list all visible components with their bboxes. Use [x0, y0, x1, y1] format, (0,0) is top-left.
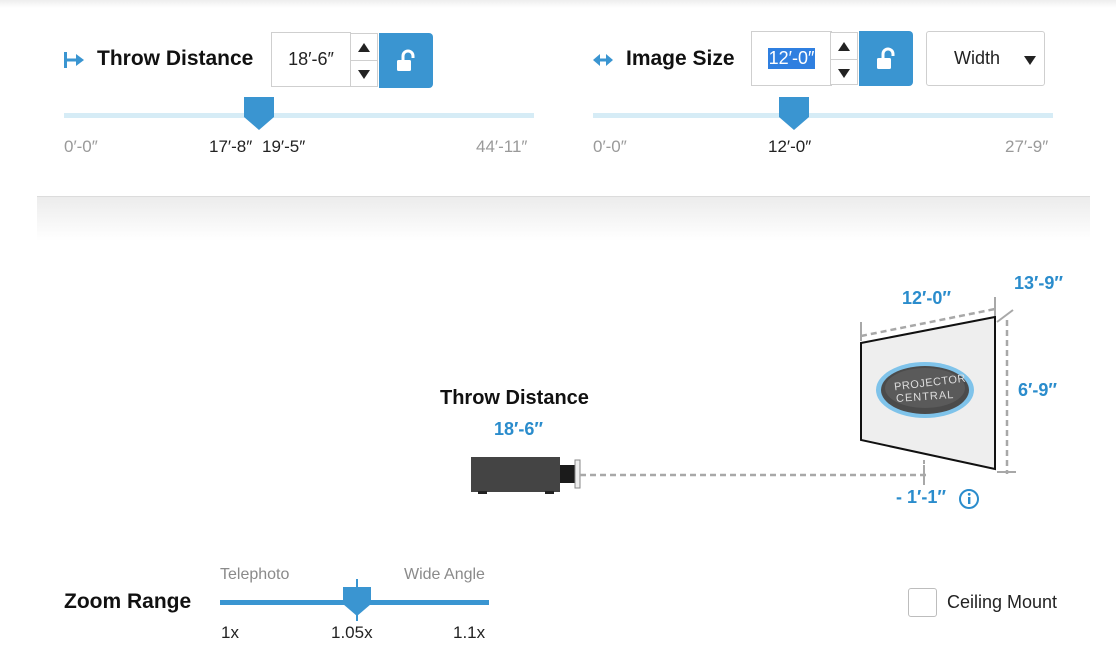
zoom-range-label: Zoom Range: [64, 590, 192, 613]
zoom-min-label: 1x: [221, 623, 239, 642]
image-size-input[interactable]: 12′-0″: [751, 31, 832, 86]
telephoto-label: Telephoto: [220, 566, 290, 583]
throw-max-label: 44′-11″: [476, 137, 528, 156]
decrement-arrow-icon[interactable]: [831, 59, 857, 86]
projector-icon: [471, 457, 581, 494]
image-size-slider-handle[interactable]: [779, 97, 809, 136]
increment-arrow-icon[interactable]: [351, 34, 377, 60]
unlock-icon: [397, 49, 415, 71]
image-min-label: 0′-0″: [593, 137, 627, 156]
zoom-max-label: 1.1x: [453, 623, 486, 642]
throw-distance-input[interactable]: 18′-6″: [271, 32, 351, 87]
throw-range-low-label: 17′-8″: [209, 137, 253, 156]
info-icon[interactable]: [958, 488, 980, 515]
zoom-slider-handle[interactable]: [341, 579, 373, 626]
image-max-label: 27′-9″: [1005, 137, 1049, 156]
screen-diagonal-value: 13′-9″: [1014, 273, 1063, 293]
dimension-select-value: Width: [954, 48, 1001, 68]
zoom-current-label: 1.05x: [331, 623, 373, 642]
section-divider: [37, 196, 1090, 241]
wide-angle-label: Wide Angle: [404, 566, 485, 583]
top-shadow: [0, 0, 1116, 8]
projection-diagram: [0, 0, 1116, 661]
image-size-label: Image Size: [626, 47, 735, 70]
image-size-value: 12′-0″: [767, 48, 816, 69]
throw-distance-slider-handle[interactable]: [244, 97, 274, 136]
unlock-icon: [877, 47, 895, 69]
image-current-label: 12′-0″: [768, 137, 812, 156]
throw-distance-label: Throw Distance: [97, 47, 254, 70]
image-size-lock-button[interactable]: [859, 31, 913, 86]
increment-arrow-icon[interactable]: [831, 33, 857, 59]
throw-min-label: 0′-0″: [64, 137, 98, 156]
throw-distance-track[interactable]: [64, 113, 534, 118]
decrement-arrow-icon[interactable]: [351, 60, 377, 87]
diagram-throw-value: 18′-6″: [494, 419, 543, 439]
throw-lock-button[interactable]: [379, 33, 433, 88]
dimension-select[interactable]: Width: [926, 31, 1045, 86]
screen-height-value: 6′-9″: [1018, 380, 1057, 400]
ceiling-mount-checkbox[interactable]: [908, 588, 937, 617]
throw-range-high-label: 19′-5″: [262, 137, 306, 156]
image-size-track[interactable]: [593, 113, 1053, 118]
vertical-offset-value: - 1′-1″: [896, 487, 946, 507]
throw-distance-stepper[interactable]: [350, 33, 378, 87]
logo-text-line2: CENTRAL: [895, 388, 955, 406]
throw-distance-icon: [63, 50, 85, 75]
dropdown-arrow-icon: [1024, 56, 1036, 65]
image-size-icon: [592, 50, 614, 75]
ceiling-mount-label[interactable]: Ceiling Mount: [947, 592, 1057, 613]
diagram-throw-label: Throw Distance: [440, 387, 589, 409]
screen-width-value: 12′-0″: [902, 288, 951, 308]
image-size-stepper[interactable]: [830, 32, 858, 85]
throw-distance-value: 18′-6″: [288, 49, 334, 69]
